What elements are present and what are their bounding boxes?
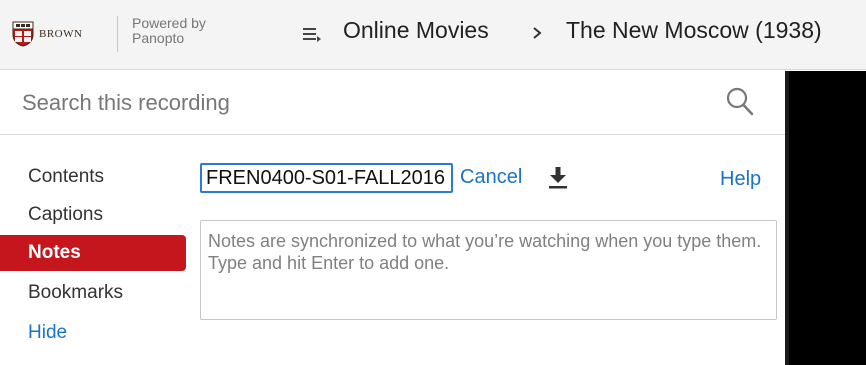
top-header: BROWN Powered by Panopto Online Movies T…: [0, 0, 866, 70]
brown-logo[interactable]: BROWN: [12, 17, 102, 51]
tab-captions[interactable]: Captions: [0, 197, 186, 233]
download-icon[interactable]: [547, 166, 569, 190]
notes-textarea[interactable]: [200, 220, 777, 320]
breadcrumb-session-title: The New Moscow (1938): [566, 17, 822, 43]
tab-bookmarks[interactable]: Bookmarks: [0, 275, 186, 311]
hide-sidebar-link[interactable]: Hide: [0, 315, 186, 351]
header-divider: [117, 16, 118, 52]
powered-by-label[interactable]: Powered by Panopto: [132, 16, 206, 46]
search-bar: [0, 71, 785, 135]
menu-icon[interactable]: [302, 24, 322, 44]
help-link[interactable]: Help: [720, 168, 761, 191]
cancel-button[interactable]: Cancel: [460, 166, 522, 189]
chevron-right-icon: [533, 27, 542, 39]
panopto-line: Panopto: [132, 30, 185, 46]
search-icon[interactable]: [726, 87, 754, 117]
search-input[interactable]: [22, 88, 712, 118]
video-border: [785, 71, 789, 365]
video-player[interactable]: [785, 71, 866, 365]
breadcrumb-folder[interactable]: Online Movies: [343, 17, 489, 44]
notes-channel-input[interactable]: [200, 163, 453, 193]
logo-text: BROWN: [39, 28, 83, 40]
tab-contents[interactable]: Contents: [0, 159, 186, 195]
tab-notes[interactable]: Notes: [0, 235, 186, 271]
brown-shield-icon: [12, 21, 34, 47]
powered-by-line: Powered by: [132, 15, 206, 31]
